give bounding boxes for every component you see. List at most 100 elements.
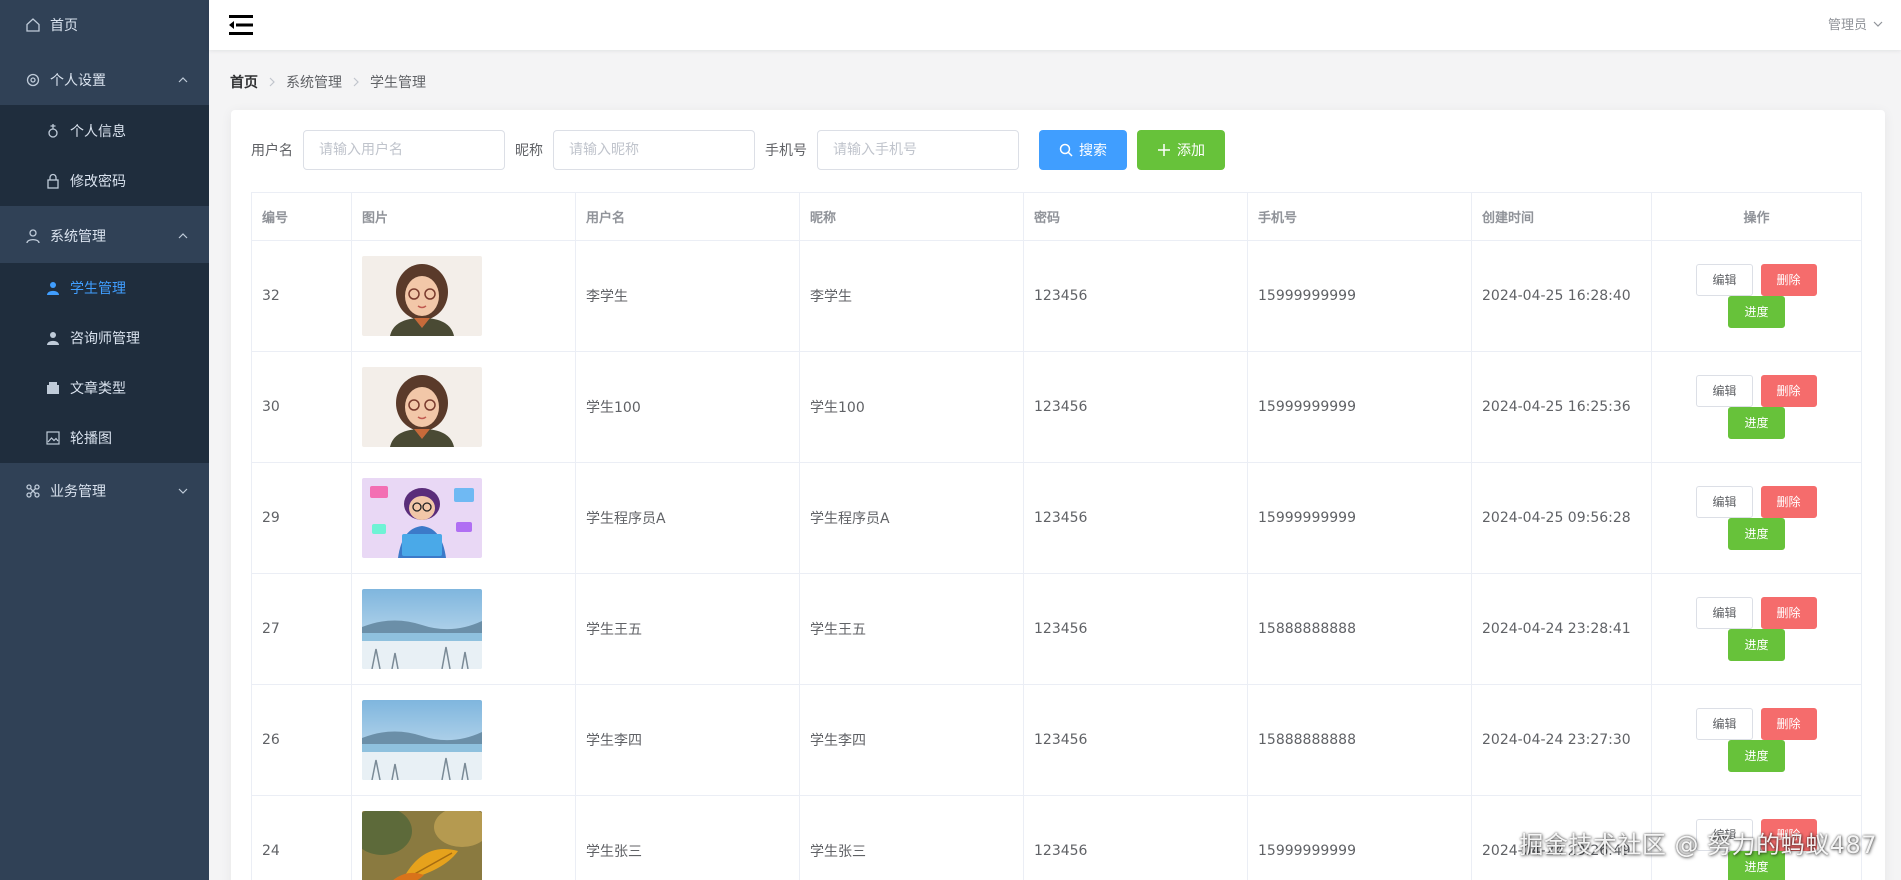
breadcrumb-item-current: 学生管理 xyxy=(370,75,426,91)
delete-button[interactable]: 删除 xyxy=(1760,264,1817,296)
cell-created: 2024-04-25 16:25:36 xyxy=(1471,351,1652,463)
progress-button[interactable]: 进度 xyxy=(1728,629,1785,661)
column-header-phone: 手机号 xyxy=(1247,192,1472,241)
user-dropdown[interactable]: 管理员 xyxy=(1828,14,1883,33)
username-label: 管理员 xyxy=(1827,18,1867,33)
cell-image xyxy=(351,351,576,463)
cell-created: 2024-04-24 23:28:41 xyxy=(1471,573,1652,685)
cell-phone: 15999999999 xyxy=(1247,351,1472,463)
home-icon xyxy=(24,16,42,34)
edit-button[interactable]: 编辑 xyxy=(1696,264,1753,296)
table-row: 30 学生100 学生100 123456 15999999999 2024-04-25 … xyxy=(251,351,1862,463)
menu-toggle-icon[interactable] xyxy=(227,13,255,37)
watermark-text: 掘金技术社区 @ 努力的蚂蚁487 xyxy=(1519,831,1877,859)
cell-actions: 编辑 删除进度 xyxy=(1651,240,1862,352)
picture-icon xyxy=(44,429,62,447)
phone-label: 手机号 xyxy=(765,143,807,159)
cell-created: 2024-04-24 23:27:30 xyxy=(1471,684,1652,796)
cell-created: 2024-04-25 16:28:40 xyxy=(1471,240,1652,352)
add-button-label: 添加 xyxy=(1177,143,1205,159)
top-header: 管理员 xyxy=(209,0,1901,50)
phone-input[interactable] xyxy=(817,130,1019,170)
username-input[interactable] xyxy=(303,130,505,170)
cell-id: 30 xyxy=(251,351,352,463)
column-header-username: 用户名 xyxy=(575,192,800,241)
cell-actions: 编辑 删除进度 xyxy=(1651,684,1862,796)
table-row: 27 学生王五 学生王五 123456 15888888888 2024-04-24 23… xyxy=(251,573,1862,685)
cell-nickname: 学生王五 xyxy=(799,573,1024,685)
cell-phone: 15888888888 xyxy=(1247,573,1472,685)
delete-button[interactable]: 删除 xyxy=(1760,486,1817,518)
cell-phone: 15999999999 xyxy=(1247,240,1472,352)
cell-image xyxy=(351,573,576,685)
cell-id: 24 xyxy=(251,795,352,880)
table-body: 32 李学生 李学生 123456 15999999999 2024-04-25 16:2… xyxy=(251,240,1862,880)
search-button[interactable]: 搜索 xyxy=(1039,130,1127,170)
cell-username: 学生程序员A xyxy=(575,462,800,574)
cell-username: 学生100 xyxy=(575,351,800,463)
column-header-nickname: 昵称 xyxy=(799,192,1024,241)
student-avatar-image xyxy=(362,256,565,336)
student-avatar-image xyxy=(362,700,565,780)
student-table: 编号 图片 用户名 昵称 密码 手机号 创建时间 操作 32 李学生 李学生 1234… xyxy=(251,192,1862,880)
cell-image xyxy=(351,684,576,796)
sidebar-item-business-management[interactable]: 业务管理 xyxy=(0,466,209,516)
column-header-id: 编号 xyxy=(251,192,352,241)
cell-phone: 15888888888 xyxy=(1247,684,1472,796)
cell-id: 29 xyxy=(251,462,352,574)
cell-nickname: 学生张三 xyxy=(799,795,1024,880)
content-card: 用户名 昵称 手机号 搜索 添加 编号 图片 用户名 xyxy=(231,110,1885,880)
edit-button[interactable]: 编辑 xyxy=(1696,708,1753,740)
edit-button[interactable]: 编辑 xyxy=(1696,486,1753,518)
breadcrumb-item-home[interactable]: 首页 xyxy=(230,72,258,92)
sidebar-item-personal-settings[interactable]: 个人设置 xyxy=(0,55,209,105)
delete-button[interactable]: 删除 xyxy=(1760,708,1817,740)
edit-button[interactable]: 编辑 xyxy=(1696,375,1753,407)
breadcrumb-item-system: 系统管理 xyxy=(286,75,342,91)
delete-button[interactable]: 删除 xyxy=(1760,375,1817,407)
progress-button[interactable]: 进度 xyxy=(1728,407,1785,439)
sidebar-item-personal-info[interactable]: 个人信息 xyxy=(0,106,209,156)
table-row: 26 学生李四 学生李四 123456 15888888888 2024-04-24 23… xyxy=(251,684,1862,796)
cell-id: 27 xyxy=(251,573,352,685)
sidebar-item-label: 修改密码 xyxy=(70,174,126,190)
cell-nickname: 学生100 xyxy=(799,351,1024,463)
sidebar-item-student-management[interactable]: 学生管理 xyxy=(0,263,209,313)
chevron-right-icon xyxy=(268,76,276,88)
progress-button[interactable]: 进度 xyxy=(1728,740,1785,772)
cell-actions: 编辑 删除进度 xyxy=(1651,573,1862,685)
cell-password: 123456 xyxy=(1023,351,1248,463)
table-header-row: 编号 图片 用户名 昵称 密码 手机号 创建时间 操作 xyxy=(251,192,1862,241)
sidebar-item-article-type[interactable]: 文章类型 xyxy=(0,363,209,413)
cell-password: 123456 xyxy=(1023,795,1248,880)
add-button[interactable]: 添加 xyxy=(1137,130,1225,170)
username-label: 用户名 xyxy=(251,143,293,159)
edit-button[interactable]: 编辑 xyxy=(1696,597,1753,629)
search-form: 用户名 昵称 手机号 搜索 添加 xyxy=(251,130,1225,170)
cell-phone: 15999999999 xyxy=(1247,462,1472,574)
sidebar-item-home[interactable]: 首页 xyxy=(0,0,209,50)
progress-button[interactable]: 进度 xyxy=(1728,296,1785,328)
table-row: 29 学生程序员A 学生程序员A 123456 15999999999 2024-04-2… xyxy=(251,462,1862,574)
business-icon xyxy=(24,482,42,500)
cell-actions: 编辑 删除进度 xyxy=(1651,351,1862,463)
delete-button[interactable]: 删除 xyxy=(1760,597,1817,629)
sidebar-item-system-management[interactable]: 系统管理 xyxy=(0,211,209,261)
cell-id: 32 xyxy=(251,240,352,352)
progress-button[interactable]: 进度 xyxy=(1728,518,1785,550)
chevron-up-icon xyxy=(177,74,189,86)
cell-nickname: 学生李四 xyxy=(799,684,1024,796)
search-button-label: 搜索 xyxy=(1079,143,1107,159)
sidebar-item-label: 咨询师管理 xyxy=(70,331,140,347)
table-row: 32 李学生 李学生 123456 15999999999 2024-04-25 16:2… xyxy=(251,240,1862,352)
cell-username: 学生李四 xyxy=(575,684,800,796)
sidebar-item-change-password[interactable]: 修改密码 xyxy=(0,156,209,206)
cell-actions: 编辑 删除进度 xyxy=(1651,462,1862,574)
sidebar-item-carousel[interactable]: 轮播图 xyxy=(0,413,209,463)
sidebar-item-counselor-management[interactable]: 咨询师管理 xyxy=(0,313,209,363)
lock-icon xyxy=(44,172,62,190)
sidebar-item-label: 个人信息 xyxy=(70,124,126,140)
nickname-input[interactable] xyxy=(553,130,755,170)
sidebar-item-label: 文章类型 xyxy=(70,381,126,397)
student-avatar-image xyxy=(362,367,565,447)
